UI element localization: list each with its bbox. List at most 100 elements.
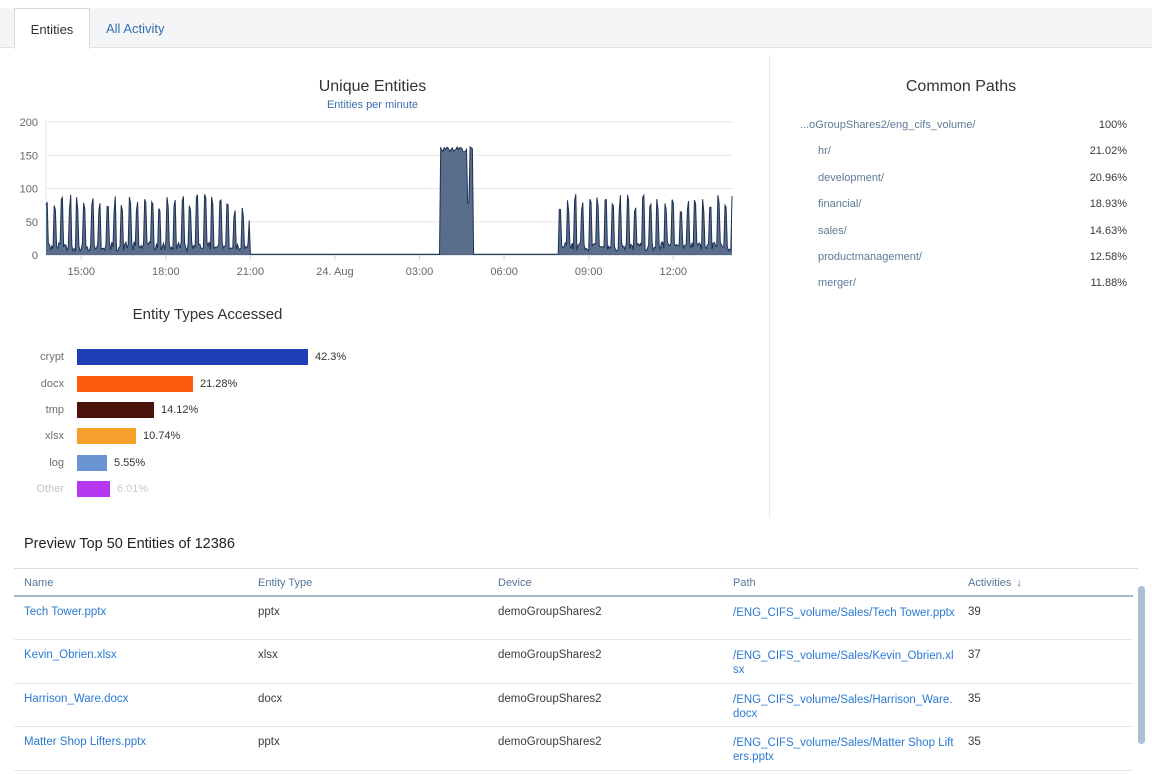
bar-docx[interactable]: [77, 376, 193, 392]
common-paths-title: Common Paths: [770, 78, 1152, 96]
common-path-link[interactable]: sales/: [818, 225, 847, 237]
bar-row-log: log 5.55%: [0, 450, 420, 476]
entity-activities: 35: [968, 693, 981, 705]
common-path-row: financial/18.93%: [770, 191, 1152, 217]
bar-category-label: crypt: [0, 351, 64, 363]
bar-category-label: docx: [0, 378, 64, 390]
entity-types-title: Entity Types Accessed: [0, 306, 415, 323]
bar-tmp[interactable]: [77, 402, 154, 418]
bar-xlsx[interactable]: [77, 428, 136, 444]
bar-Other[interactable]: [77, 481, 110, 497]
entities-dashboard: Entities All Activity Unique Entities En…: [0, 0, 1152, 774]
entity-device: demoGroupShares2: [498, 693, 602, 705]
bar-value-label: 6.01%: [117, 483, 148, 495]
bar-category-label: xlsx: [0, 430, 64, 442]
common-paths-list: ...oGroupShares2/eng_cifs_volume/100%hr/…: [770, 112, 1152, 297]
svg-text:200: 200: [20, 117, 38, 129]
common-path-link[interactable]: financial/: [818, 198, 861, 210]
bar-row-crypt: crypt 42.3%: [0, 344, 420, 370]
column-header-entity-type[interactable]: Entity Type: [258, 577, 312, 589]
entity-type: docx: [258, 693, 282, 705]
entity-device: demoGroupShares2: [498, 649, 602, 661]
svg-text:18:00: 18:00: [152, 266, 180, 278]
common-path-row: merger/11.88%: [770, 270, 1152, 296]
entity-path-link[interactable]: /ENG_CIFS_volume/Sales/Harrison_Ware.doc…: [733, 694, 952, 720]
bar-category-label: Other: [0, 483, 64, 495]
common-path-row: sales/14.63%: [770, 218, 1152, 244]
svg-text:24. Aug: 24. Aug: [316, 266, 353, 278]
tab-entities[interactable]: Entities: [14, 8, 90, 49]
entity-name-link[interactable]: Harrison_Ware.docx: [24, 693, 128, 705]
bar-category-label: log: [0, 457, 64, 469]
bar-row-xlsx: xlsx10.74%: [0, 423, 420, 449]
bar-value-label: 5.55%: [114, 457, 145, 469]
common-path-percent: 21.02%: [1090, 145, 1127, 157]
entity-path-link[interactable]: /ENG_CIFS_volume/Sales/Kevin_Obrien.xlsx: [733, 650, 954, 676]
bar-value-label: 21.28%: [200, 378, 237, 390]
tab-entities-label: Entities: [31, 22, 74, 37]
common-path-row: ...oGroupShares2/eng_cifs_volume/100%: [770, 112, 1152, 138]
entity-name[interactable]: Tech Tower.pptx: [24, 606, 106, 618]
entity-device: demoGroupShares2: [498, 736, 602, 748]
svg-text:50: 50: [26, 217, 38, 229]
entity-name-link[interactable]: Kevin_Obrien.xlsx: [24, 649, 117, 661]
entity-type: pptx: [258, 736, 280, 748]
bar-row-Other: Other 6.01%: [0, 476, 420, 502]
entity-name[interactable]: Kevin_Obrien.xlsx: [24, 649, 117, 661]
unique-entities-subtitle: Entities per minute: [0, 99, 745, 111]
common-path-percent: 20.96%: [1090, 172, 1127, 184]
entity-path[interactable]: /ENG_CIFS_volume/Sales/Kevin_Obrien.xlsx: [733, 649, 955, 677]
table-scrollbar-thumb[interactable]: [1138, 586, 1145, 744]
unique-entities-title: Unique Entities: [0, 78, 745, 96]
svg-text:09:00: 09:00: [575, 266, 603, 278]
entity-activities: 37: [968, 649, 981, 661]
svg-text:21:00: 21:00: [237, 266, 265, 278]
column-header-activities[interactable]: Activities↓: [968, 577, 1022, 589]
common-path-link[interactable]: ...oGroupShares2/eng_cifs_volume/: [800, 119, 976, 131]
entity-path-link[interactable]: /ENG_CIFS_volume/Sales/Matter Shop Lifte…: [733, 737, 954, 763]
entity-path[interactable]: /ENG_CIFS_volume/Sales/Harrison_Ware.doc…: [733, 693, 955, 721]
entity-name-link[interactable]: Tech Tower.pptx: [24, 606, 106, 618]
entity-activities: 35: [968, 736, 981, 748]
entity-activities: 39: [968, 606, 981, 618]
table-row: Matter Shop Lifters.pptx pptx demoGroupSha…: [14, 727, 1133, 770]
entity-type: xlsx: [258, 649, 278, 661]
svg-text:0: 0: [32, 250, 38, 262]
common-path-row: productmanagement/12.58%: [770, 244, 1152, 270]
tab-all-activity[interactable]: All Activity: [90, 8, 181, 48]
common-path-link[interactable]: merger/: [818, 277, 856, 289]
entity-path[interactable]: /ENG_CIFS_volume/Sales/Matter Shop Lifte…: [733, 736, 955, 764]
common-path-link[interactable]: development/: [818, 172, 884, 184]
entity-path[interactable]: /ENG_CIFS_volume/Sales/Tech Tower.pptx: [733, 606, 955, 620]
table-top-divider: [14, 568, 1138, 569]
table-row: Kevin_Obrien.xlsx xlsx demoGroupShares2/EN…: [14, 640, 1133, 683]
entity-device: demoGroupShares2: [498, 606, 602, 618]
entity-name[interactable]: Harrison_Ware.docx: [24, 693, 128, 705]
svg-text:12:00: 12:00: [660, 266, 688, 278]
column-header-path[interactable]: Path: [733, 577, 756, 589]
bar-value-label: 14.12%: [161, 404, 198, 416]
unique-entities-area-chart[interactable]: 05010015020015:0018:0021:0024. Aug03:000…: [0, 112, 745, 284]
svg-text:150: 150: [20, 150, 38, 162]
entity-name-link[interactable]: Matter Shop Lifters.pptx: [24, 736, 146, 748]
column-header-device[interactable]: Device: [498, 577, 532, 589]
bar-crypt[interactable]: [77, 349, 308, 365]
common-path-link[interactable]: productmanagement/: [818, 251, 922, 263]
common-path-percent: 18.93%: [1090, 198, 1127, 210]
bar-value-label: 42.3%: [315, 351, 346, 363]
entity-path-link[interactable]: /ENG_CIFS_volume/Sales/Tech Tower.pptx: [733, 607, 955, 619]
preview-table-title: Preview Top 50 Entities of 12386: [24, 536, 235, 552]
entity-name[interactable]: Matter Shop Lifters.pptx: [24, 736, 146, 748]
column-header-name[interactable]: Name: [24, 577, 53, 589]
common-path-row: hr/21.02%: [770, 138, 1152, 164]
svg-text:100: 100: [20, 184, 38, 196]
common-path-percent: 100%: [1099, 119, 1127, 131]
entity-types-bar-chart: crypt42.3%docx21.28%tmp14.12%xlsx10.74%l…: [0, 344, 420, 502]
common-path-link[interactable]: hr/: [818, 145, 831, 157]
entity-type: pptx: [258, 606, 280, 618]
bar-row-docx: docx 21.28%: [0, 370, 420, 396]
sort-descending-icon[interactable]: ↓: [1016, 577, 1022, 589]
common-path-row: development/20.96%: [770, 165, 1152, 191]
bar-log[interactable]: [77, 455, 107, 471]
bar-category-label: tmp: [0, 404, 64, 416]
